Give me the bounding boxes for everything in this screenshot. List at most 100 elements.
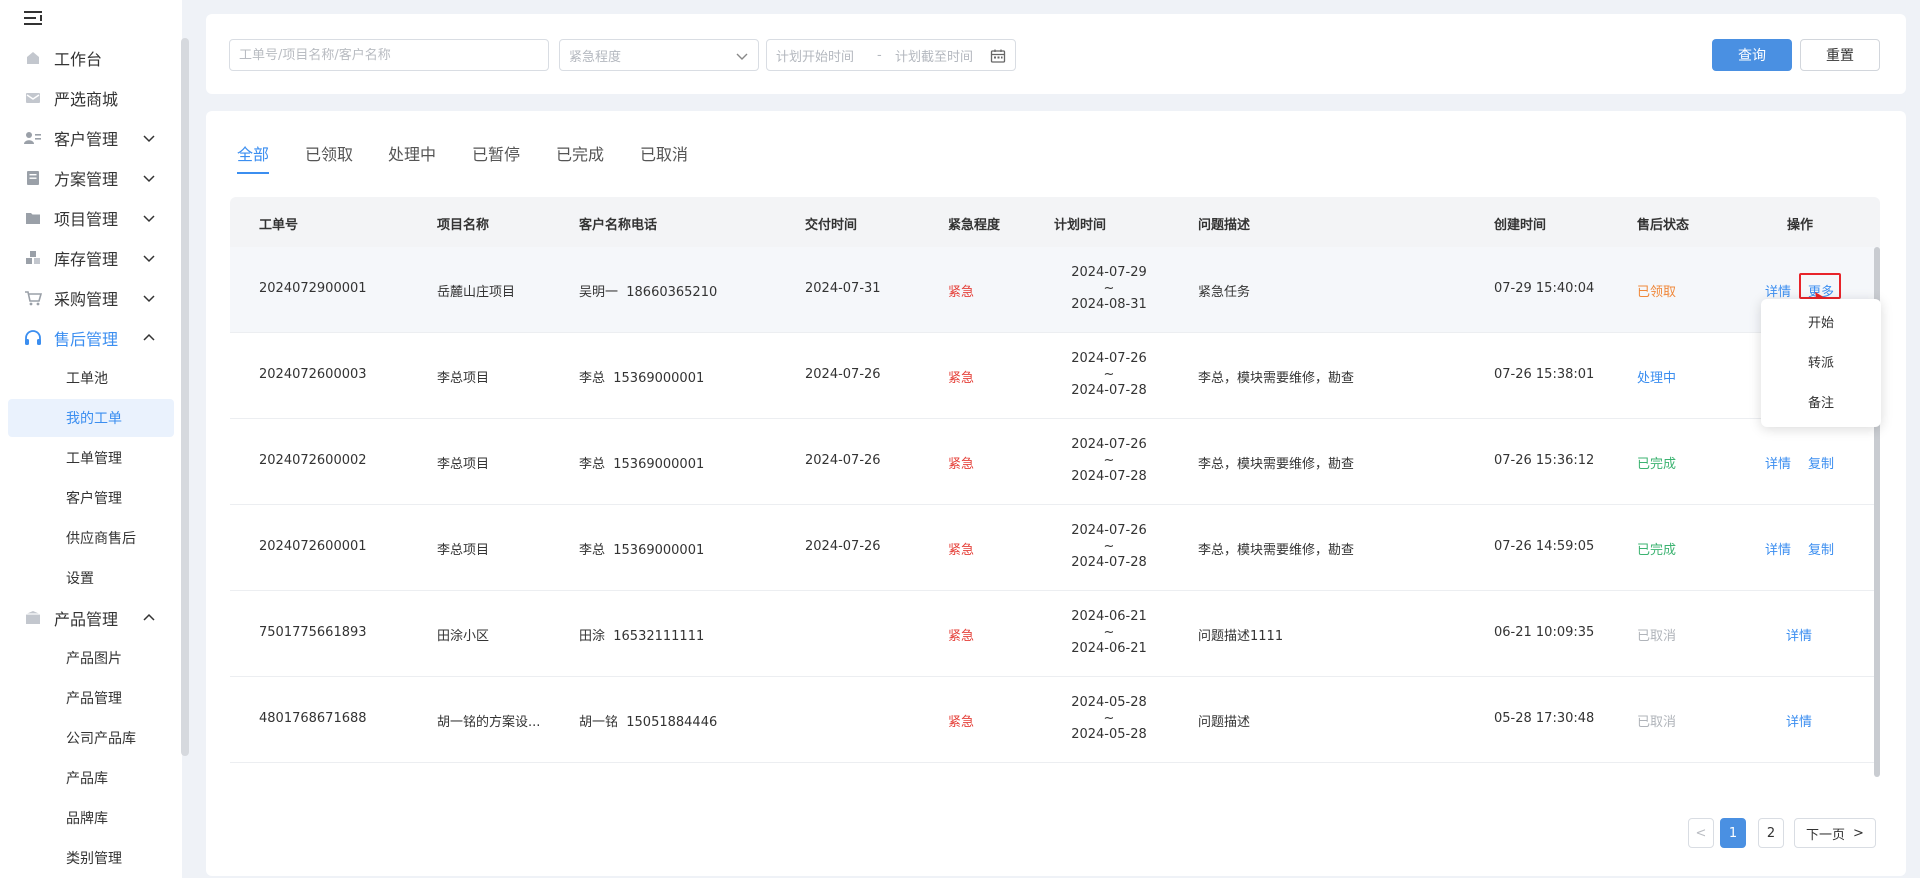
plan-end-placeholder[interactable]: 计划截至时间 <box>895 46 973 65</box>
plan-tilde: ~ <box>1103 281 1115 296</box>
copy-link[interactable]: 复制 <box>1808 539 1834 558</box>
sidebar-sub-supplier-after-sales[interactable]: 供应商售后 <box>8 519 174 557</box>
menu-item-start[interactable]: 开始 <box>1761 301 1881 341</box>
cell-urgency: 紧急 <box>948 629 975 644</box>
sidebar-sub-company-products[interactable]: 公司产品库 <box>8 719 174 757</box>
cell-customer: 李总 15369000001 <box>579 371 705 386</box>
cell-status: 处理中 <box>1637 371 1677 386</box>
prev-page-button[interactable]: < <box>1688 818 1714 848</box>
sidebar-sub-label: 品牌库 <box>66 811 108 827</box>
detail-link[interactable]: 详情 <box>1786 625 1812 644</box>
table-row[interactable]: 2024072600002 李总项目 李总 15369000001 2024-0… <box>230 419 1880 505</box>
copy-link[interactable]: 复制 <box>1808 453 1834 472</box>
col-created: 创建时间 <box>1494 218 1547 233</box>
table-row[interactable]: 2024072900001 岳麓山庄项目 吴明一 18660365210 202… <box>230 247 1880 333</box>
sidebar-sub-ticket-manage[interactable]: 工单管理 <box>8 439 174 477</box>
cell-ticket-id: 2024072600002 <box>259 453 367 468</box>
cell-project: 李总项目 <box>437 543 490 558</box>
keyword-field[interactable] <box>229 39 549 71</box>
chevron-down-icon <box>143 175 155 183</box>
tab-claimed[interactable]: 已领取 <box>305 141 353 165</box>
chevron-down-icon <box>143 255 155 263</box>
menu-item-remark[interactable]: 备注 <box>1761 381 1881 421</box>
tab-active-indicator <box>237 172 269 174</box>
sidebar-sub-product-images[interactable]: 产品图片 <box>8 639 174 677</box>
detail-link[interactable]: 详情 <box>1786 711 1812 730</box>
urgency-select[interactable]: 紧急程度 <box>559 39 759 71</box>
detail-link[interactable]: 详情 <box>1765 539 1791 558</box>
cell-description: 问题描述1111 <box>1198 629 1284 644</box>
table-row[interactable]: 2024072600003 李总项目 李总 15369000001 2024-0… <box>230 333 1880 419</box>
sidebar-item-inventory[interactable]: 库存管理 <box>0 238 182 278</box>
table-row[interactable]: 4801768671688 胡一铭的方案设... 胡一铭 15051884446… <box>230 677 1880 763</box>
plan-end: 2024-07-28 <box>1071 469 1147 484</box>
tab-processing[interactable]: 处理中 <box>388 141 436 165</box>
cell-delivery: 2024-07-26 <box>805 539 881 554</box>
sidebar-item-workbench[interactable]: 工作台 <box>0 38 182 78</box>
detail-link[interactable]: 详情 <box>1765 453 1791 472</box>
cell-project: 胡一铭的方案设... <box>437 715 541 730</box>
table-row[interactable]: 2024072600001 李总项目 李总 15369000001 2024-0… <box>230 505 1880 591</box>
sidebar-item-mall[interactable]: 严选商城 <box>0 78 182 118</box>
ticket-table: 工单号 项目名称 客户名称电话 交付时间 紧急程度 计划时间 问题描述 创建时间… <box>230 197 1880 782</box>
plan-start: 2024-07-26 <box>1071 437 1147 452</box>
cell-ticket-id: 4801768671688 <box>259 711 367 726</box>
cell-plan-time: 2024-06-21 ~2024-06-21 <box>1054 609 1164 657</box>
query-button[interactable]: 查询 <box>1712 39 1792 71</box>
cell-created: 07-26 15:36:12 <box>1494 453 1595 468</box>
inventory-icon <box>24 250 42 266</box>
sidebar-item-product[interactable]: 产品管理 <box>0 598 182 638</box>
plan-end: 2024-08-31 <box>1071 297 1147 312</box>
sidebar-sub-brand-library[interactable]: 品牌库 <box>8 799 174 837</box>
cell-plan-time: 2024-07-26 ~2024-07-28 <box>1054 351 1164 399</box>
sidebar-sub-my-tickets[interactable]: 我的工单 <box>8 399 174 437</box>
date-separator: - <box>877 47 882 63</box>
tab-completed[interactable]: 已完成 <box>556 141 604 165</box>
cell-project: 岳麓山庄项目 <box>437 285 516 300</box>
cell-urgency: 紧急 <box>948 715 975 730</box>
plan-tilde: ~ <box>1103 367 1115 382</box>
sidebar-scrollbar[interactable] <box>181 38 189 756</box>
page-2-button[interactable]: 2 <box>1758 818 1784 848</box>
cell-customer: 吴明一 18660365210 <box>579 285 718 300</box>
tab-cancelled[interactable]: 已取消 <box>640 141 688 165</box>
table-row[interactable]: 7501775661893 田涂小区 田涂 16532111111 紧急 202… <box>230 591 1880 677</box>
sidebar-item-customer[interactable]: 客户管理 <box>0 118 182 158</box>
sidebar-item-plan[interactable]: 方案管理 <box>0 158 182 198</box>
sidebar-sub-ticket-pool[interactable]: 工单池 <box>8 359 174 397</box>
col-ticket-id: 工单号 <box>259 218 299 233</box>
cell-plan-time: 2024-05-28 ~2024-05-28 <box>1054 695 1164 743</box>
next-page-button[interactable]: 下一页 > <box>1794 818 1876 848</box>
cell-customer: 胡一铭 15051884446 <box>579 715 718 730</box>
sidebar-item-purchase[interactable]: 采购管理 <box>0 278 182 318</box>
menu-item-reassign[interactable]: 转派 <box>1761 341 1881 381</box>
keyword-input[interactable] <box>239 47 539 63</box>
sidebar-sub-product-library[interactable]: 产品库 <box>8 759 174 797</box>
plan-start: 2024-07-26 <box>1071 351 1147 366</box>
sidebar-sub-product-manage[interactable]: 产品管理 <box>8 679 174 717</box>
plan-start-placeholder[interactable]: 计划开始时间 <box>776 46 854 65</box>
next-page-label: 下一页 <box>1806 827 1846 843</box>
chevron-down-icon <box>143 215 155 223</box>
sidebar-sub-settings[interactable]: 设置 <box>8 559 174 597</box>
tab-all[interactable]: 全部 <box>237 141 269 165</box>
reset-button[interactable]: 重置 <box>1800 39 1880 71</box>
tab-paused[interactable]: 已暂停 <box>472 141 520 165</box>
cell-plan-time: 2024-07-29 ~2024-08-31 <box>1054 265 1164 313</box>
plan-date-range[interactable]: 计划开始时间 - 计划截至时间 <box>766 39 1016 71</box>
plan-tilde: ~ <box>1103 711 1115 726</box>
plan-end: 2024-07-28 <box>1071 383 1147 398</box>
sidebar-sub-label: 产品库 <box>66 771 108 787</box>
sidebar-sub-category-manage[interactable]: 类别管理 <box>8 839 174 877</box>
sidebar-item-after-sales[interactable]: 售后管理 <box>0 318 182 358</box>
menu-collapse-icon[interactable] <box>24 10 44 26</box>
urgency-placeholder: 紧急程度 <box>569 49 622 65</box>
sidebar-sub-customer-manage[interactable]: 客户管理 <box>8 479 174 517</box>
sidebar-item-project[interactable]: 项目管理 <box>0 198 182 238</box>
col-status: 售后状态 <box>1637 218 1690 233</box>
col-plan-time: 计划时间 <box>1054 218 1107 233</box>
cell-description: 李总，模块需要维修，勘查 <box>1198 371 1355 386</box>
page-1-button[interactable]: 1 <box>1720 818 1746 848</box>
detail-link[interactable]: 详情 <box>1765 281 1791 300</box>
cell-status: 已取消 <box>1637 715 1677 730</box>
